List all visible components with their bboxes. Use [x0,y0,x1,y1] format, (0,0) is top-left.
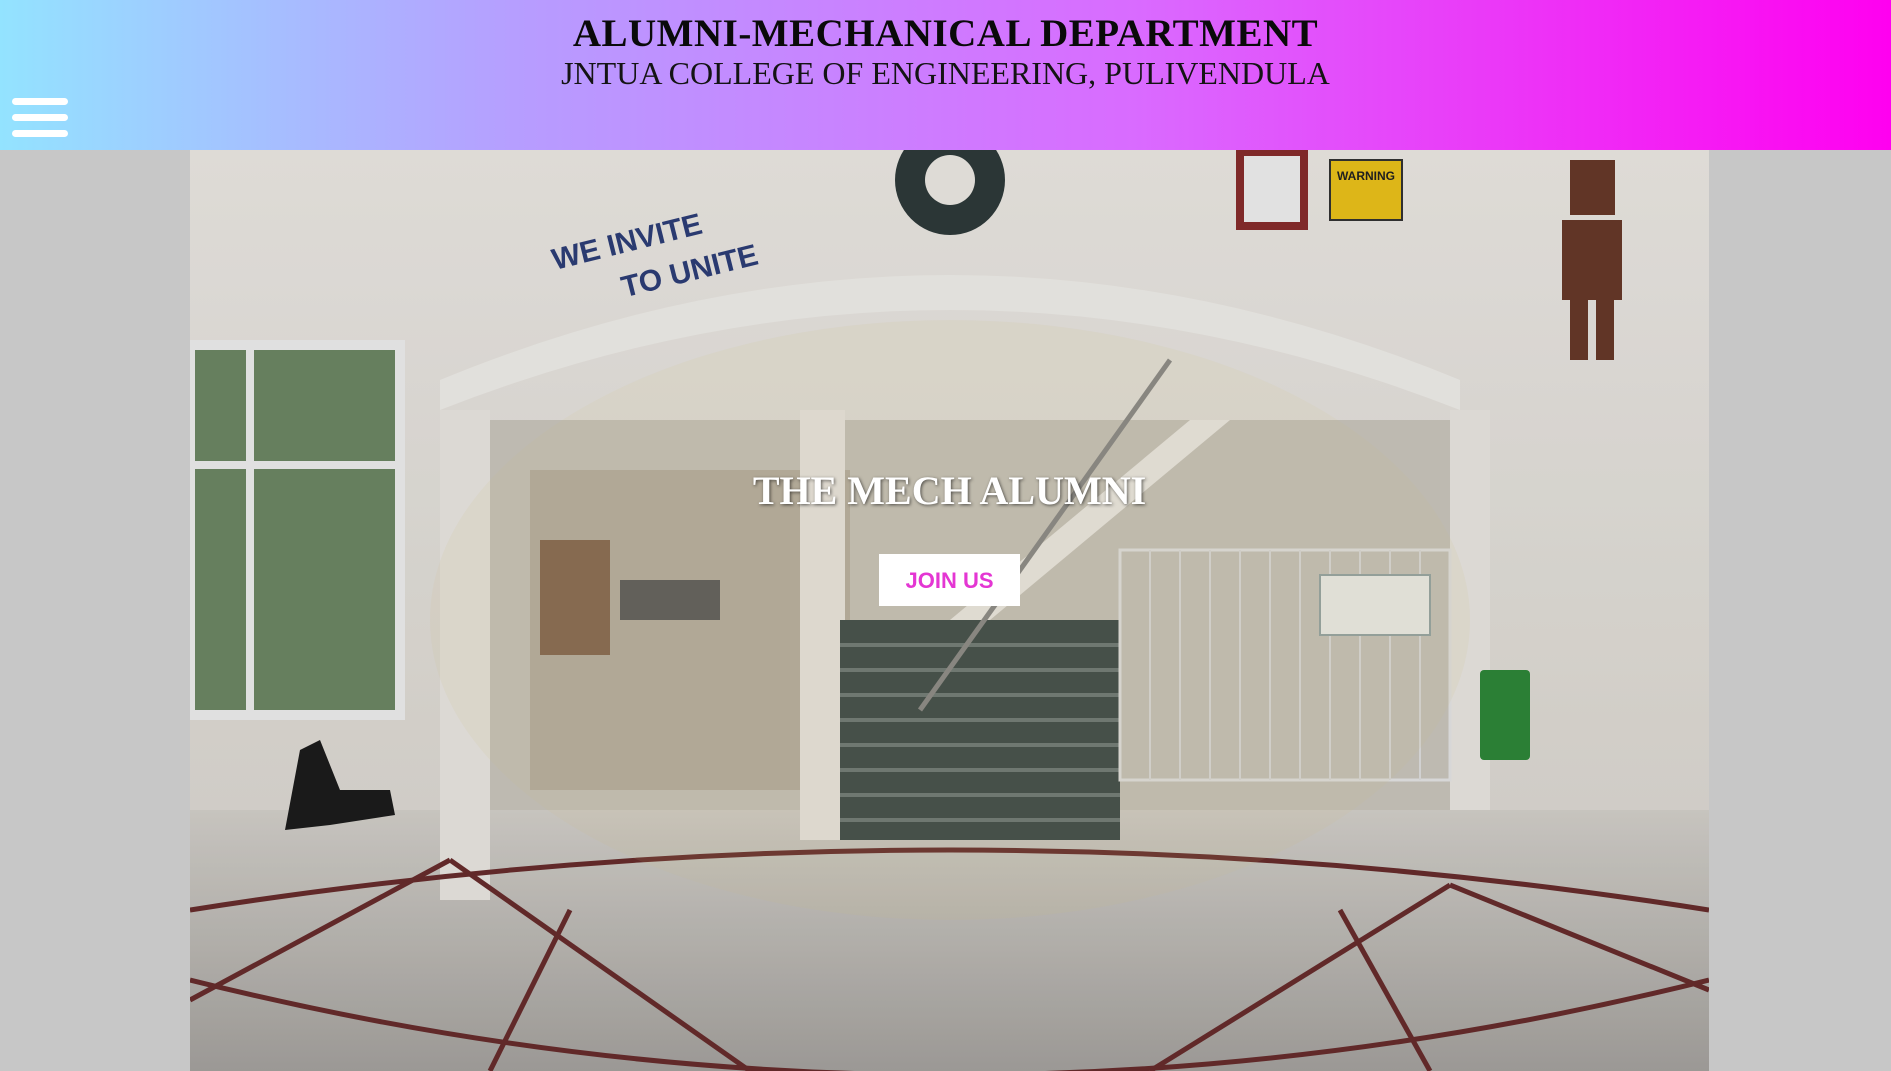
menu-bar-middle [12,114,68,121]
menu-bar-bottom [12,130,68,137]
site-header: ALUMNI-MECHANICAL DEPARTMENT JNTUA COLLE… [0,0,1891,150]
join-us-button[interactable]: JOIN US [879,554,1020,606]
hero-banner: WARNING WE INVITE TO UNITE THE MECH ALUM… [190,150,1709,1071]
hamburger-menu-icon[interactable] [12,98,70,138]
menu-bar-top [12,98,68,105]
page-subtitle: JNTUA COLLEGE OF ENGINEERING, PULIVENDUL… [561,55,1330,91]
hero-title: THE MECH ALUMNI [752,468,1147,513]
page-title: ALUMNI-MECHANICAL DEPARTMENT [572,12,1319,55]
hero-background-image: WARNING WE INVITE TO UNITE [190,150,1709,1071]
